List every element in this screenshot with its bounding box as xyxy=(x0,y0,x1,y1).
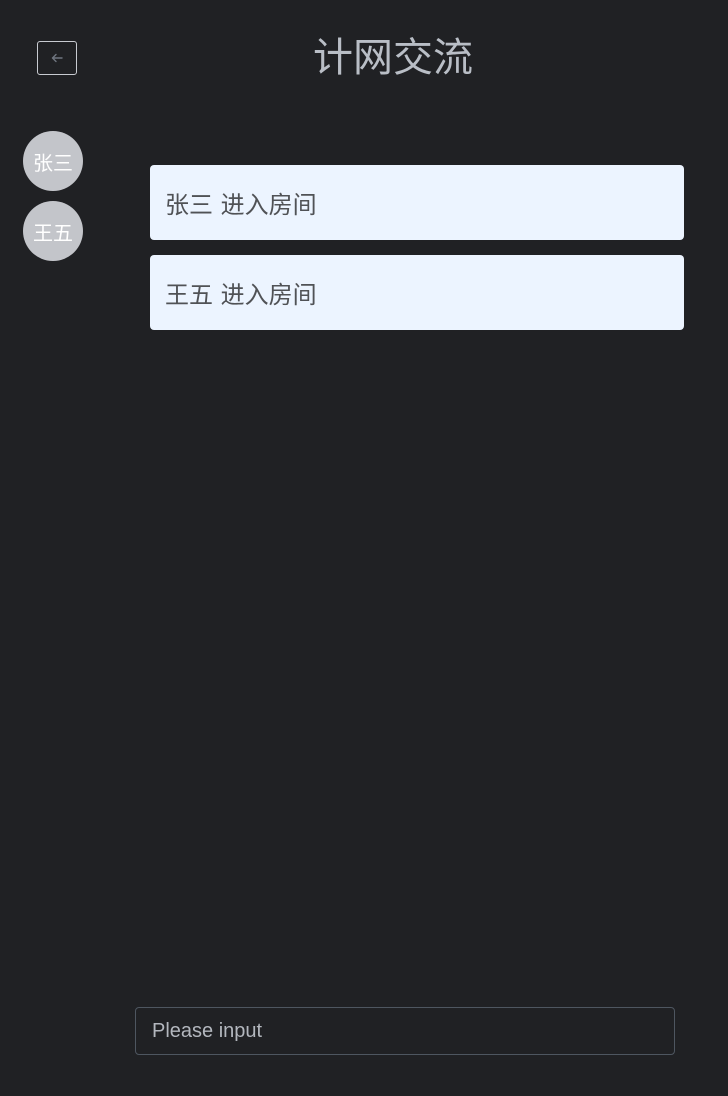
user-list: 张三 王五 xyxy=(23,131,83,271)
page-title: 计网交流 xyxy=(313,35,473,81)
message-item: 张三 进入房间 xyxy=(150,165,684,240)
message-input-container xyxy=(135,1007,675,1055)
message-input[interactable] xyxy=(136,1008,674,1054)
message-item: 王五 进入房间 xyxy=(150,255,684,330)
chat-page: 计网交流 张三 王五 张三 进入房间 王五 进入房间 xyxy=(0,0,728,1096)
user-avatar-wangwu[interactable]: 王五 xyxy=(23,201,83,261)
message-list: 张三 进入房间 王五 进入房间 xyxy=(150,165,684,345)
user-avatar-zhangsan[interactable]: 张三 xyxy=(23,131,83,191)
